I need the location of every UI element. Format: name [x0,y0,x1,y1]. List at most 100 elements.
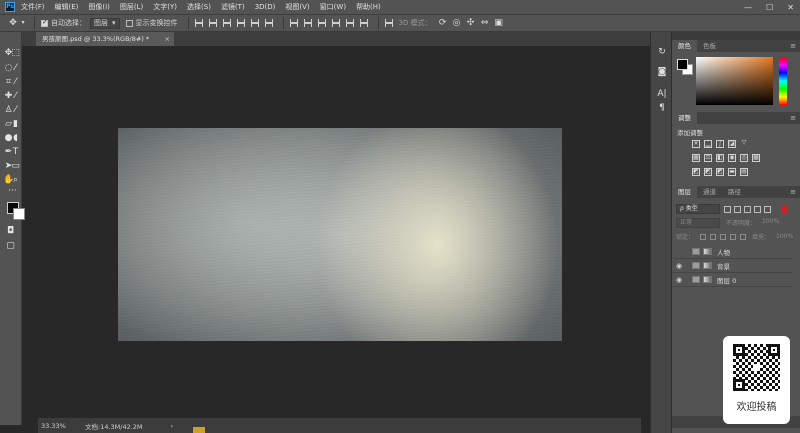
maximize-button[interactable]: ☐ [766,3,773,12]
menu-image[interactable]: 图像(I) [88,2,110,12]
close-button[interactable]: ✕ [787,3,794,12]
close-tab-icon[interactable]: × [165,32,170,46]
properties-icon[interactable]: ◙ [656,66,668,78]
show-transform-checkbox[interactable] [125,19,133,27]
drag-3d-icon[interactable]: ✣ [466,18,476,28]
layer-row[interactable]: ◉ 背景 [672,259,792,273]
lock-artboard-icon[interactable] [730,233,737,240]
scale-3d-icon[interactable]: ▣ [494,18,504,28]
hue-slider[interactable] [779,57,787,105]
panel-menu-icon[interactable]: ≡ [790,112,796,124]
menu-3d[interactable]: 3D(D) [255,3,276,11]
distribute-left-icon[interactable] [331,19,340,27]
qr-code-card[interactable]: 欢迎投稿 [723,336,790,424]
gradient-map-icon[interactable]: ▬ [728,168,736,176]
color-balance-icon[interactable]: ⚖ [704,154,712,162]
foreground-color-swatch[interactable] [677,59,688,70]
distribute-right-icon[interactable] [359,19,368,27]
screen-mode-icon[interactable]: ▢ [5,241,16,252]
blend-mode-select[interactable]: 正常 [676,218,720,228]
tab-channels[interactable]: 通道 [697,186,722,198]
type-filter-icon[interactable] [744,205,751,213]
distribute-top-icon[interactable] [289,19,298,27]
align-bottom-icon[interactable] [222,19,231,27]
character-icon[interactable]: A| [656,88,668,100]
align-middle-icon[interactable] [208,19,217,27]
black-white-icon[interactable]: ◧ [716,154,724,162]
pixel-filter-icon[interactable] [724,205,731,213]
lock-all-icon[interactable] [740,233,747,240]
gradient-tool-icon[interactable]: ▮ [10,119,21,130]
posterize-icon[interactable]: ◩ [704,168,712,176]
tab-color[interactable]: 颜色 [672,40,697,52]
tab-layers[interactable]: 图层 [672,186,697,198]
menu-edit[interactable]: 编辑(E) [55,2,79,12]
lock-transparency-icon[interactable] [700,233,707,240]
color-lookup-icon[interactable]: ▦ [752,154,760,162]
history-icon[interactable]: ↻ [656,46,668,58]
quick-mask-icon[interactable]: ◘ [5,226,16,237]
roll-3d-icon[interactable]: ◎ [452,18,462,28]
vibrance-icon[interactable]: ▽ [740,140,748,148]
filter-toggle[interactable] [781,204,787,214]
brightness-icon[interactable]: ☀ [692,140,700,148]
document-tab[interactable]: 男孩原图.psd @ 33.3%(RGB/8#) * × [36,32,174,46]
lock-pixels-icon[interactable] [710,233,717,240]
levels-icon[interactable]: ▁ [704,140,712,148]
menu-filter[interactable]: 滤镜(T) [221,2,245,12]
document-canvas[interactable] [118,128,562,341]
marquee-tool-icon[interactable]: ⬚ [10,48,21,59]
tab-paths[interactable]: 路径 [722,186,747,198]
brush-tool-icon[interactable]: ⁄ [10,91,21,102]
magic-wand-tool-icon[interactable]: ⁄ [10,63,21,74]
paragraph-icon[interactable]: ¶ [656,102,668,114]
layer-filter-select[interactable]: ρ 类型 [676,204,720,214]
exposure-icon[interactable]: ◪ [728,140,736,148]
panel-collapse-bar[interactable] [672,32,800,40]
photo-filter-icon[interactable]: ◉ [728,154,736,162]
slide-3d-icon[interactable]: ⇔ [480,18,490,28]
layer-row[interactable]: 人物 [672,245,792,259]
move-tool-icon[interactable]: ✥ [8,18,18,28]
adjustment-filter-icon[interactable] [734,205,741,213]
orbit-3d-icon[interactable]: ⟳ [438,18,448,28]
eye-icon[interactable]: ◉ [672,276,686,284]
align-right-icon[interactable] [264,19,273,27]
menu-help[interactable]: 帮助(H) [356,2,381,12]
zoom-level[interactable]: 33.33% [41,422,77,430]
invert-icon[interactable]: ◩ [692,168,700,176]
channel-mixer-icon[interactable]: ◎ [740,154,748,162]
menu-layer[interactable]: 图层(L) [120,2,143,12]
minimize-button[interactable]: — [744,3,752,12]
auto-align-icon[interactable] [384,19,393,27]
rectangle-tool-icon[interactable]: ▭ [10,161,21,172]
history-brush-tool-icon[interactable]: ⁄ [10,105,21,116]
distribute-bottom-icon[interactable] [317,19,326,27]
hue-saturation-icon[interactable]: ▦ [692,154,700,162]
selective-color-icon[interactable]: ▤ [740,168,748,176]
tab-adjustments[interactable]: 调整 [672,112,697,124]
lock-position-icon[interactable] [720,233,727,240]
dodge-tool-icon[interactable]: ◖ [10,133,21,144]
curves-icon[interactable]: ∫ [716,140,724,148]
threshold-icon[interactable]: ◩ [716,168,724,176]
type-tool-icon[interactable]: T [10,147,21,158]
smart-object-filter-icon[interactable] [764,205,771,213]
opacity-value[interactable]: 100% [762,218,779,228]
eyedropper-tool-icon[interactable]: ⁄ [10,77,21,88]
menu-file[interactable]: 文件(F) [21,2,45,12]
layer-row[interactable]: ◉ 图层 0 [672,273,792,287]
align-top-icon[interactable] [194,19,203,27]
color-picker-field[interactable] [696,57,773,105]
menu-type[interactable]: 文字(Y) [153,2,177,12]
menu-window[interactable]: 窗口(W) [320,2,346,12]
menu-select[interactable]: 选择(S) [187,2,211,12]
more-tools-icon[interactable]: ··· [7,186,18,197]
align-left-icon[interactable] [236,19,245,27]
shape-filter-icon[interactable] [754,205,761,213]
tab-swatches[interactable]: 色板 [697,40,722,52]
eye-icon[interactable]: ◉ [672,262,686,270]
zoom-tool-icon[interactable]: ⌕ [10,175,21,186]
fill-value[interactable]: 100% [776,233,793,240]
auto-select-dropdown[interactable]: 图层 ▾ [90,17,120,29]
